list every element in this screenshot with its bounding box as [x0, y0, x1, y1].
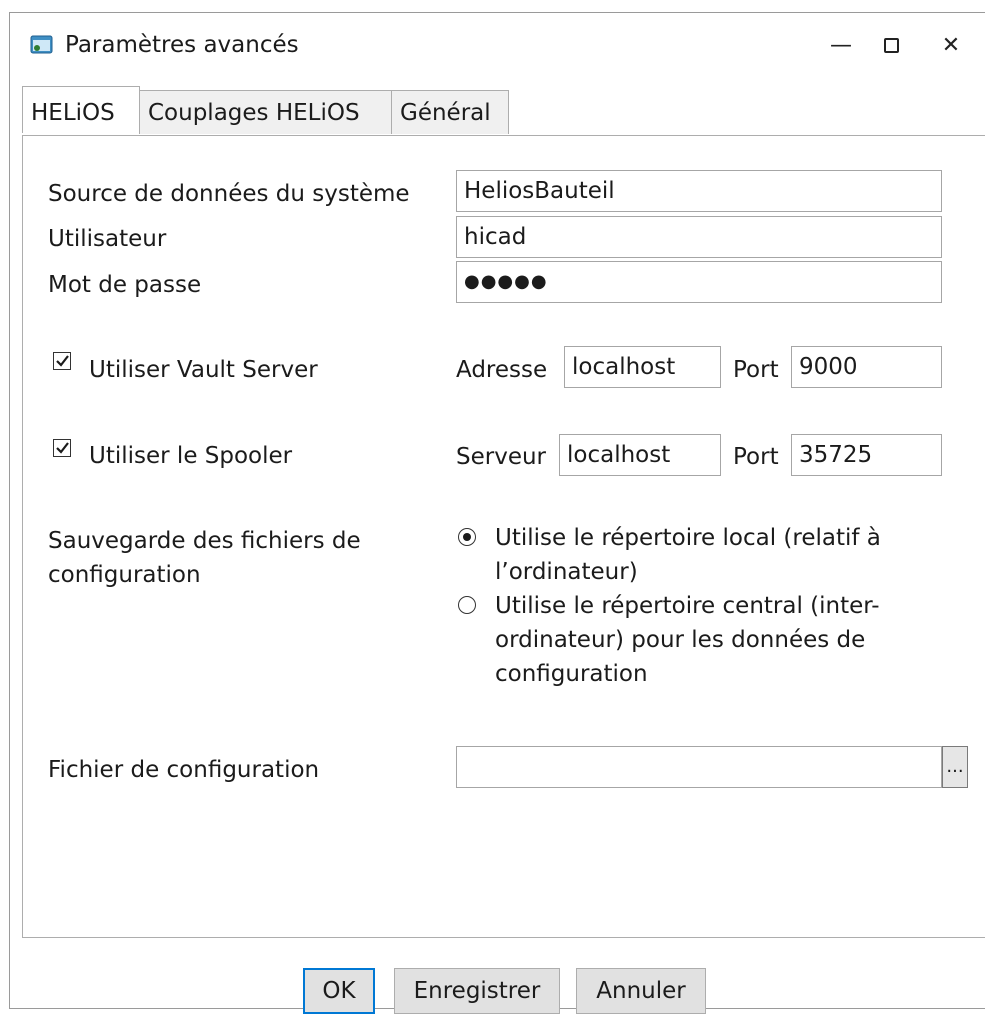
tab-helios[interactable]: HELiOS: [22, 86, 140, 133]
browse-button[interactable]: ...: [942, 746, 968, 788]
config-file-field[interactable]: [456, 746, 942, 788]
checkmark-icon: [56, 442, 69, 454]
radio-local-label-line1: Utilise le répertoire local (relatif à: [495, 525, 881, 551]
maximize-button[interactable]: [866, 25, 916, 65]
radio-central-label-line3: configuration: [495, 661, 648, 687]
tab-couplages-helios[interactable]: Couplages HELiOS: [139, 90, 392, 134]
tab-general[interactable]: Général: [391, 90, 509, 134]
spooler-port-label: Port: [733, 444, 779, 470]
checkmark-icon: [56, 355, 69, 367]
title-bar[interactable]: Paramètres avancés — ✕: [10, 13, 985, 75]
config-file-label: Fichier de configuration: [48, 757, 320, 783]
helios-tab-panel: Source de données du système HeliosBaute…: [22, 135, 985, 938]
password-field[interactable]: ●●●●●: [456, 261, 942, 303]
save-button[interactable]: Enregistrer: [394, 968, 560, 1014]
vault-checkbox-label: Utiliser Vault Server: [89, 357, 318, 383]
radio-local-directory[interactable]: [458, 528, 476, 546]
user-field[interactable]: hicad: [456, 216, 942, 258]
datasource-field[interactable]: HeliosBauteil: [456, 170, 942, 212]
radio-central-label-line2: ordinateur) pour les données de: [495, 627, 866, 653]
advanced-settings-dialog: Paramètres avancés — ✕ HELiOS Couplages …: [9, 12, 985, 1014]
tab-couplages-label: Couplages HELiOS: [148, 100, 360, 126]
password-label: Mot de passe: [48, 272, 202, 298]
cancel-button[interactable]: Annuler: [576, 968, 706, 1014]
maximize-icon: [883, 37, 899, 53]
radio-central-directory[interactable]: [458, 596, 476, 614]
save-config-label-line2: configuration: [48, 562, 201, 588]
spooler-checkbox[interactable]: [53, 439, 71, 457]
close-button[interactable]: ✕: [926, 25, 976, 65]
window-title: Paramètres avancés: [65, 32, 299, 58]
user-label: Utilisateur: [48, 226, 167, 252]
vault-address-field[interactable]: localhost: [564, 346, 721, 388]
close-icon: ✕: [941, 32, 961, 58]
radio-central-label-line1: Utilise le répertoire central (inter-: [495, 593, 880, 619]
vault-checkbox[interactable]: [53, 352, 71, 370]
spooler-server-field[interactable]: localhost: [559, 434, 721, 476]
vault-port-label: Port: [733, 357, 779, 383]
radio-local-label-line2: l’ordinateur): [495, 559, 638, 585]
spooler-server-label: Serveur: [456, 444, 547, 470]
vault-address-label: Adresse: [456, 357, 548, 383]
spooler-checkbox-label: Utiliser le Spooler: [89, 443, 293, 469]
app-window-icon: [30, 35, 53, 54]
tab-general-label: Général: [400, 100, 491, 126]
datasource-label: Source de données du système: [48, 181, 410, 207]
spooler-port-field[interactable]: 35725: [791, 434, 942, 476]
save-config-label-line1: Sauvegarde des fichiers de: [48, 528, 361, 554]
minimize-button[interactable]: —: [816, 25, 866, 65]
tab-helios-label: HELiOS: [31, 100, 115, 126]
ok-button[interactable]: OK: [303, 968, 375, 1014]
minimize-icon: —: [830, 32, 852, 58]
vault-port-field[interactable]: 9000: [791, 346, 942, 388]
